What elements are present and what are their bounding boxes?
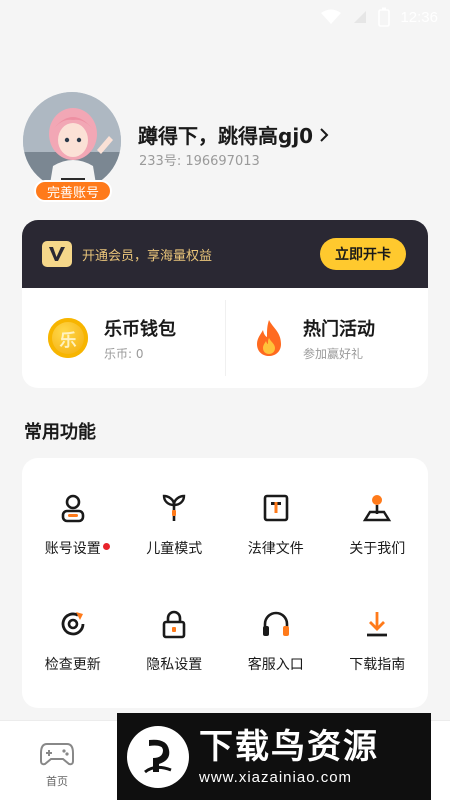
user-name-link[interactable]: 蹲得下，跳得高gj0 <box>138 120 329 149</box>
lock-icon <box>158 608 190 640</box>
profile-header: 完善账号 蹲得下，跳得高gj0 233号: 196697013 <box>22 92 428 202</box>
quick-row: 乐 乐币钱包 乐币: 0 热门活动 参加赢好礼 <box>22 288 428 388</box>
chevron-right-icon <box>320 127 329 142</box>
tab-home[interactable]: 首页 <box>30 741 84 789</box>
watermark-text: 下载鸟资源 www.xiazainiao.com <box>199 727 379 786</box>
status-bar: 12:36 <box>0 0 450 34</box>
member-wallet-card: 开通会员，享海量权益 立即开卡 乐 乐币钱包 乐币: 0 热门活动 参加赢好礼 <box>22 220 428 388</box>
gamepad-icon <box>40 743 74 766</box>
sprout-icon <box>158 492 190 524</box>
watermark-url: www.xiazainiao.com <box>199 769 353 786</box>
user-name: 蹲得下，跳得高gj0 <box>138 124 314 148</box>
download-icon <box>361 608 393 640</box>
func-customer-service[interactable]: 客服入口 <box>225 594 327 710</box>
tab-home-label: 首页 <box>46 775 68 788</box>
divider <box>225 300 226 376</box>
complete-account-label: 完善账号 <box>46 185 99 201</box>
signal-icon <box>354 11 367 23</box>
legal-doc-icon <box>260 492 292 524</box>
headset-icon <box>260 608 292 640</box>
wifi-icon <box>321 9 342 24</box>
avatar-wrap[interactable]: 完善账号 <box>22 92 122 202</box>
func-check-update[interactable]: 检查更新 <box>22 594 124 710</box>
bird-logo-icon <box>127 725 189 788</box>
func-label-legal: 法律文件 <box>247 541 304 557</box>
section-title: 常用功能 <box>24 422 96 443</box>
avatar-illustration-icon <box>23 92 121 190</box>
func-account-settings[interactable]: 账号设置 <box>22 478 124 594</box>
func-label-service: 客服入口 <box>247 657 304 673</box>
complete-account-badge[interactable]: 完善账号 <box>34 180 112 202</box>
functions-card: 账号设置 儿童模式 法律文件 关于我们 检查更新 隐私设置 客服入口 下载指南 <box>22 458 428 708</box>
func-label-update: 检查更新 <box>44 657 101 673</box>
activities-entry[interactable]: 热门活动 参加赢好礼 <box>225 288 428 388</box>
func-legal-docs[interactable]: 法律文件 <box>225 478 327 594</box>
func-privacy-settings[interactable]: 隐私设置 <box>124 594 226 710</box>
status-time: 12:36 <box>400 8 438 26</box>
open-card-button[interactable]: 立即开卡 <box>320 238 406 270</box>
activities-subtitle: 参加赢好礼 <box>303 346 364 361</box>
vip-promo-text: 开通会员，享海量权益 <box>82 248 213 264</box>
vip-banner[interactable]: 开通会员，享海量权益 立即开卡 <box>22 220 428 288</box>
wallet-balance: 乐币: 0 <box>104 346 144 361</box>
wallet-entry[interactable]: 乐 乐币钱包 乐币: 0 <box>22 288 225 388</box>
watermark: 下载鸟资源 www.xiazainiao.com <box>117 713 431 800</box>
func-download-guide[interactable]: 下载指南 <box>327 594 429 710</box>
notification-dot <box>102 543 110 550</box>
func-label-account: 账号设置 <box>44 541 101 557</box>
refresh-icon <box>57 608 89 640</box>
user-id: 233号: 196697013 <box>139 154 260 169</box>
fire-icon <box>257 320 281 356</box>
joystick-icon <box>361 492 393 524</box>
coin-glyph: 乐 <box>59 330 77 351</box>
func-label-privacy: 隐私设置 <box>146 657 203 673</box>
functions-grid: 账号设置 儿童模式 法律文件 关于我们 检查更新 隐私设置 客服入口 下载指南 <box>22 458 428 710</box>
vip-logo-icon <box>42 241 72 267</box>
avatar[interactable] <box>23 92 121 190</box>
func-label-kids: 儿童模式 <box>146 541 203 557</box>
account-icon <box>57 492 89 524</box>
coin-icon: 乐 <box>48 318 88 358</box>
func-label-download: 下载指南 <box>349 657 406 673</box>
activities-title: 热门活动 <box>303 318 375 340</box>
func-kids-mode[interactable]: 儿童模式 <box>124 478 226 594</box>
watermark-title: 下载鸟资源 <box>199 727 379 767</box>
battery-icon <box>378 7 391 27</box>
wallet-title: 乐币钱包 <box>104 318 176 340</box>
func-about-us[interactable]: 关于我们 <box>327 478 429 594</box>
func-label-about: 关于我们 <box>349 541 406 557</box>
